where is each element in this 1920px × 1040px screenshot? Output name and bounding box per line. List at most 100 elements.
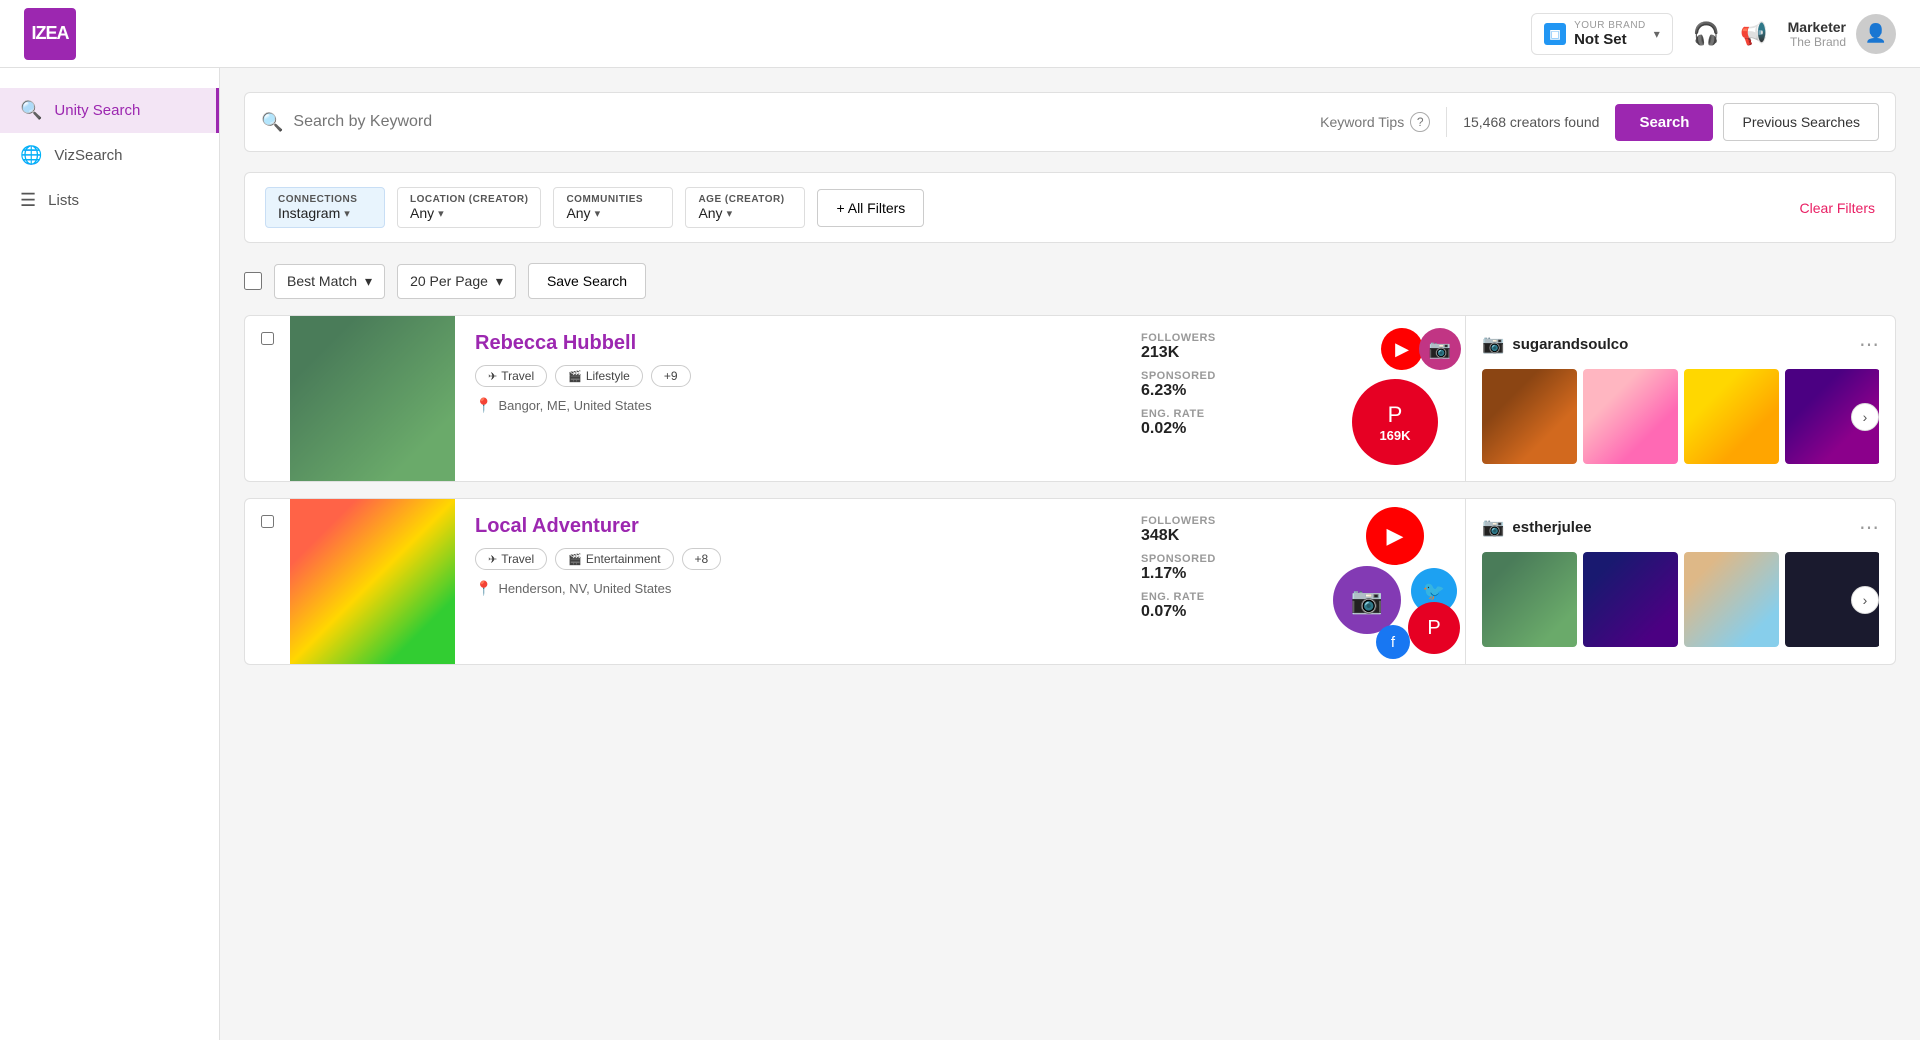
card-checkbox-2[interactable] <box>245 499 290 664</box>
eng-rate-label-1: ENG. RATE <box>1141 408 1309 420</box>
facebook-bubble-2[interactable]: f <box>1376 625 1410 659</box>
followers-value-2: 348K <box>1141 527 1309 545</box>
tag-more-1[interactable]: +9 <box>651 365 691 387</box>
pinterest-bubble-1[interactable]: P 169K <box>1352 379 1438 465</box>
more-options-icon-2[interactable]: ⋯ <box>1859 515 1879 540</box>
eng-rate-value-2: 0.07% <box>1141 603 1309 621</box>
search-button[interactable]: Search <box>1615 104 1713 141</box>
communities-chevron-icon: ▾ <box>595 207 601 220</box>
stat-sponsored-1: SPONSORED 6.23% <box>1141 370 1309 400</box>
handle-info-1: 📷 sugarandsoulco <box>1482 334 1628 355</box>
creator-tags-1: ✈ Travel 🎬 Lifestyle +9 <box>475 365 1105 387</box>
next-images-arrow-2[interactable]: › <box>1851 586 1879 614</box>
sidebar-item-unity-search[interactable]: 🔍 Unity Search <box>0 88 219 133</box>
select-all-checkbox[interactable] <box>244 272 262 290</box>
card-main-2: Local Adventurer ✈ Travel 🎬 Entertainmen… <box>455 499 1125 664</box>
location-pin-icon-1: 📍 <box>475 397 492 414</box>
stat-eng-rate-2: ENG. RATE 0.07% <box>1141 591 1309 621</box>
keyword-tips-help-icon[interactable]: ? <box>1410 112 1430 132</box>
toolbar: Best Match ▾ 20 Per Page ▾ Save Search <box>244 263 1896 299</box>
location-filter[interactable]: LOCATION (CREATOR) Any ▾ <box>397 187 541 228</box>
header-right: ▣ YOUR BRAND Not Set ▾ 🎧 📢 Marketer The … <box>1531 13 1896 55</box>
handle-name-1[interactable]: sugarandsoulco <box>1512 336 1628 353</box>
entertainment-tag-icon-2: 🎬 <box>568 553 582 566</box>
card-stats-2: FOLLOWERS 348K SPONSORED 1.17% ENG. RATE… <box>1125 499 1325 664</box>
image-grid-1 <box>1482 369 1879 464</box>
handle-row-1: 📷 sugarandsoulco ⋯ <box>1482 332 1879 357</box>
next-images-arrow-1[interactable]: › <box>1851 403 1879 431</box>
brand-label: YOUR BRAND <box>1574 20 1646 31</box>
grid-img-1-2 <box>1583 369 1678 464</box>
youtube-bubble-1[interactable]: ▶ <box>1381 328 1423 370</box>
handle-platform-icon-1: 📷 <box>1482 334 1504 355</box>
sidebar-item-label: VizSearch <box>54 147 122 164</box>
instagram-bubble-1[interactable]: 📷 <box>1419 328 1461 370</box>
age-filter[interactable]: AGE (CREATOR) Any ▾ <box>685 187 805 228</box>
brand-chevron-icon: ▾ <box>1654 27 1660 41</box>
communities-filter[interactable]: COMMUNITIES Any ▾ <box>553 187 673 228</box>
per-page-label: 20 Per Page <box>410 273 488 289</box>
creator-name-1[interactable]: Rebecca Hubbell <box>475 332 1105 355</box>
handle-row-2: 📷 estherjulee ⋯ <box>1482 515 1879 540</box>
age-value: Any ▾ <box>698 205 792 221</box>
megaphone-icon[interactable]: 📢 <box>1740 21 1767 47</box>
clear-filters-button[interactable]: Clear Filters <box>1800 200 1875 216</box>
age-label: AGE (CREATOR) <box>698 194 792 205</box>
communities-value: Any ▾ <box>566 205 660 221</box>
handle-info-2: 📷 estherjulee <box>1482 517 1592 538</box>
sponsored-value-2: 1.17% <box>1141 565 1309 583</box>
creator-card-1: Rebecca Hubbell ✈ Travel 🎬 Lifestyle +9 … <box>244 315 1896 482</box>
headset-icon[interactable]: 🎧 <box>1693 21 1720 47</box>
brand-info: YOUR BRAND Not Set <box>1574 20 1646 48</box>
youtube-bubble-2[interactable]: ▶ <box>1366 507 1424 565</box>
instagram-bubble-2[interactable]: 📷 <box>1333 566 1401 634</box>
brand-selector[interactable]: ▣ YOUR BRAND Not Set ▾ <box>1531 13 1673 55</box>
creator-checkbox-1[interactable] <box>261 332 274 345</box>
stat-sponsored-2: SPONSORED 1.17% <box>1141 553 1309 583</box>
sidebar-item-label: Unity Search <box>54 102 140 119</box>
save-search-button[interactable]: Save Search <box>528 263 646 299</box>
previous-searches-button[interactable]: Previous Searches <box>1723 103 1879 141</box>
avatar[interactable]: 👤 <box>1856 14 1896 54</box>
creator-tags-2: ✈ Travel 🎬 Entertainment +8 <box>475 548 1105 570</box>
per-page-select[interactable]: 20 Per Page ▾ <box>397 264 516 299</box>
creator-checkbox-2[interactable] <box>261 515 274 528</box>
sidebar: 🔍 Unity Search 🌐 VizSearch ☰ Lists <box>0 68 220 1040</box>
all-filters-button[interactable]: + All Filters <box>817 189 924 227</box>
followers-label-1: FOLLOWERS <box>1141 332 1309 344</box>
brand-icon: ▣ <box>1544 23 1566 45</box>
viz-search-icon: 🌐 <box>20 145 42 166</box>
stat-followers-1: FOLLOWERS 213K <box>1141 332 1309 362</box>
eng-rate-label-2: ENG. RATE <box>1141 591 1309 603</box>
search-magnifier-icon: 🔍 <box>261 112 283 133</box>
sponsored-value-1: 6.23% <box>1141 382 1309 400</box>
creator-card-2: Local Adventurer ✈ Travel 🎬 Entertainmen… <box>244 498 1896 665</box>
grid-img-1-1 <box>1482 369 1577 464</box>
more-options-icon-1[interactable]: ⋯ <box>1859 332 1879 357</box>
creator-name-2[interactable]: Local Adventurer <box>475 515 1105 538</box>
creators-count: 15,468 creators found <box>1463 114 1599 130</box>
image-grid-wrapper-2: › <box>1482 552 1879 647</box>
search-input[interactable] <box>293 113 1320 131</box>
sponsored-label-2: SPONSORED <box>1141 553 1309 565</box>
card-checkbox-1[interactable] <box>245 316 290 481</box>
divider <box>1446 107 1447 137</box>
sidebar-item-viz-search[interactable]: 🌐 VizSearch <box>0 133 219 178</box>
connections-filter[interactable]: CONNECTIONS Instagram ▾ <box>265 187 385 228</box>
logo-text: IZEA <box>31 23 68 44</box>
pinterest-bubble-2[interactable]: P <box>1408 602 1460 654</box>
sidebar-item-lists[interactable]: ☰ Lists <box>0 178 219 223</box>
image-grid-2 <box>1482 552 1879 647</box>
logo[interactable]: IZEA <box>24 8 76 60</box>
stat-followers-2: FOLLOWERS 348K <box>1141 515 1309 545</box>
connections-value: Instagram ▾ <box>278 205 372 221</box>
card-right-2: 📷 estherjulee ⋯ › <box>1465 499 1895 664</box>
user-info: Marketer The Brand 👤 <box>1788 14 1896 54</box>
eng-rate-value-1: 0.02% <box>1141 420 1309 438</box>
card-main-1: Rebecca Hubbell ✈ Travel 🎬 Lifestyle +9 … <box>455 316 1125 481</box>
tag-more-2[interactable]: +8 <box>682 548 722 570</box>
pinterest-icon-1: P <box>1388 402 1403 428</box>
handle-name-2[interactable]: estherjulee <box>1512 519 1591 536</box>
sort-chevron-icon: ▾ <box>365 273 372 290</box>
sort-select[interactable]: Best Match ▾ <box>274 264 385 299</box>
